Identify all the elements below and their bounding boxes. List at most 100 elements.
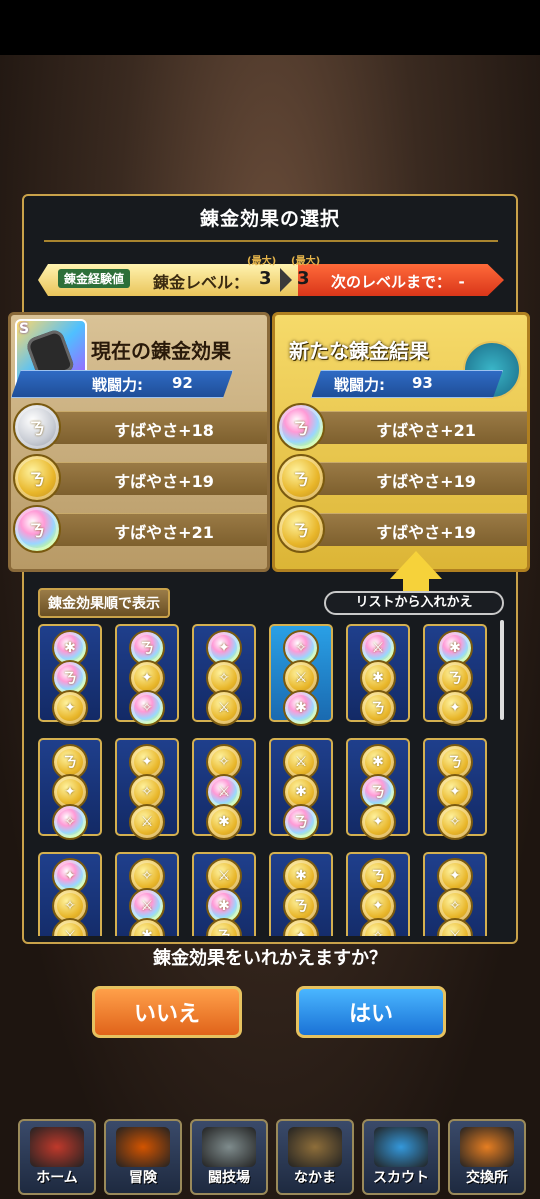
nav-label: スカウト xyxy=(373,1170,429,1186)
nav-icon xyxy=(460,1127,514,1167)
alchemy-card[interactable]: ✦ ✧ ⚔ xyxy=(38,852,102,936)
effect-text: すばやさ+19 xyxy=(114,472,214,491)
wing-silver-coin-icon: ㄋ xyxy=(13,403,61,451)
new-effect-row: ㄋ すばやさ+19 xyxy=(275,454,527,502)
nav-icon xyxy=(30,1127,84,1167)
alchemy-card[interactable]: ✱ ㄋ ✦ xyxy=(38,624,102,726)
nav-icon xyxy=(116,1127,170,1167)
nav-item-5[interactable]: 交換所 xyxy=(448,1119,526,1195)
new-result-title: 新たな錬金結果 xyxy=(289,339,429,363)
nav-icon xyxy=(374,1127,428,1167)
yes-button[interactable]: はい xyxy=(296,986,446,1038)
current-effect-panel: S 現在の錬金効果 戦闘力: 92 ㄋ すばやさ+18 ㄋ すばやさ+19 ㄋ … xyxy=(8,312,270,572)
gold-coin-icon: ⚔ xyxy=(52,918,88,936)
alchemy-card[interactable]: ⚔✱ㄋ xyxy=(346,624,410,726)
alchemy-card[interactable]: ㄋ ✦ ✧ xyxy=(423,738,487,840)
nav-label: 冒険 xyxy=(129,1170,157,1186)
alchemy-level-bar: 錬金経験値 錬金レベル： (最大) 3 (最大) 3 次のレベルまで： - xyxy=(38,256,504,296)
effect-text: すばやさ+21 xyxy=(376,421,476,440)
rainbow-coin-icon: ✧ xyxy=(129,690,165,726)
gold-coin-icon: ✧ xyxy=(437,804,473,840)
wing-rainbow-coin-icon: ㄋ xyxy=(13,505,61,553)
alchemy-card[interactable]: ✱ ㄋ ✦ xyxy=(269,852,333,936)
sort-by-effect-button[interactable]: 錬金効果順で表示 xyxy=(38,588,170,618)
next-level-text: 次のレベルまで： - xyxy=(331,273,465,291)
gold-coin-icon: ✱ xyxy=(206,804,242,840)
gold-coin-icon: ✦ xyxy=(437,690,473,726)
nav-item-4[interactable]: スカウト xyxy=(362,1119,440,1195)
rainbow-coin-icon: ✧ xyxy=(52,804,88,840)
new-result-panel: 新たな錬金結果 戦闘力: 93 ㄋ すばやさ+21 ㄋ すばやさ+19 ㄋ すば… xyxy=(272,312,530,572)
power-label: 戦闘力: xyxy=(334,376,385,394)
current-power-bar: 戦闘力: 92 xyxy=(11,370,233,398)
nav-item-3[interactable]: なかま xyxy=(276,1119,354,1195)
rainbow-coin-icon: ✱ xyxy=(283,690,319,726)
nav-item-0[interactable]: ホーム xyxy=(18,1119,96,1195)
grid-scrollbar[interactable] xyxy=(500,620,504,720)
level-current: 3 xyxy=(259,268,272,289)
nav-label: ホーム xyxy=(36,1170,78,1186)
new-power-bar: 戦闘力: 93 xyxy=(311,370,503,398)
alchemy-card[interactable]: ㄋ ✦ ✧ xyxy=(115,624,179,726)
effect-text: すばやさ+18 xyxy=(114,421,214,440)
wing-gold-coin-icon: ㄋ xyxy=(13,454,61,502)
level-next: 3 xyxy=(297,268,310,289)
gold-coin-icon: ✦ xyxy=(360,804,396,840)
alchemy-card[interactable]: ✦ ✧ ⚔ xyxy=(115,738,179,840)
gold-coin-icon: ⚔ xyxy=(437,918,473,936)
effect-text: すばやさ+19 xyxy=(376,472,476,491)
max-tag-next: (最大) xyxy=(291,256,321,267)
nav-item-2[interactable]: 闘技場 xyxy=(190,1119,268,1195)
max-tag-current: (最大) xyxy=(247,256,277,267)
wing-gold-coin-icon: ㄋ xyxy=(277,454,325,502)
power-value: 92 xyxy=(172,374,193,392)
level-arrow-icon xyxy=(280,268,292,292)
current-effect-row: ㄋ すばやさ+18 xyxy=(11,403,267,451)
current-effect-title: 現在の錬金効果 xyxy=(91,339,231,363)
no-button[interactable]: いいえ xyxy=(92,986,242,1038)
swap-up-arrow-icon xyxy=(390,551,442,579)
swap-arrow-stem xyxy=(403,578,429,592)
alchemy-card-grid[interactable]: ✱ ㄋ ✦ ㄋ ✦ ✧ ✦ ✧ ⚔ ✧ ⚔ ✱ ⚔ ✱ ㄋ ✱ ㄋ ✦ ㄋ ✦ ✧ ✦ ✧ ⚔ ✧ ⚔ ✱ ⚔ ✱ ㄋ ✱ ㄋ ✦ ㄋ ✦ ✧ ✦ ✧ ⚔ ✧… xyxy=(38,624,496,936)
gold-coin-icon: ⚔ xyxy=(206,690,242,726)
alchemy-card[interactable]: ㄋ ✦ ✧ xyxy=(38,738,102,840)
current-effect-row: ㄋ すばやさ+19 xyxy=(11,454,267,502)
rainbow-coin-icon: ㄋ xyxy=(283,804,319,840)
gold-coin-icon: ㄋ xyxy=(206,918,242,936)
gold-coin-icon: ㄋ xyxy=(360,690,396,726)
power-label: 戦闘力: xyxy=(92,376,143,394)
alchemy-card[interactable]: ✧ ⚔ ✱ xyxy=(192,738,256,840)
nav-item-1[interactable]: 冒険 xyxy=(104,1119,182,1195)
nav-icon xyxy=(202,1127,256,1167)
dialog-title: 錬金効果の選択 xyxy=(199,208,340,230)
effect-text: すばやさ+21 xyxy=(114,523,214,542)
nav-icon xyxy=(288,1127,342,1167)
alchemy-card[interactable]: ✱ ㄋ ✦ xyxy=(423,624,487,726)
rank-badge: S xyxy=(19,321,30,337)
alchemy-card[interactable]: ㄋ ✦ ✧ xyxy=(346,852,410,936)
nav-label: 闘技場 xyxy=(208,1170,250,1186)
gold-coin-icon: ⚔ xyxy=(129,804,165,840)
alchemy-card[interactable]: ✱ ㄋ ✦ xyxy=(346,738,410,840)
new-effect-row: ㄋ すばやさ+19 xyxy=(275,505,527,553)
effect-text: すばやさ+19 xyxy=(376,523,476,542)
gold-coin-icon: ✦ xyxy=(283,918,319,936)
wing-rainbow-coin-icon: ㄋ xyxy=(277,403,325,451)
nav-label: 交換所 xyxy=(466,1170,508,1186)
confirm-question: 錬金効果をいれかえますか？ xyxy=(153,948,387,969)
status-bar-area xyxy=(0,0,540,55)
power-value: 93 xyxy=(412,374,433,392)
wing-gold-coin-icon: ㄋ xyxy=(277,505,325,553)
alchemy-card[interactable]: ✧ ⚔ ✱ xyxy=(269,624,333,726)
alchemy-card[interactable]: ✦ ✧ ⚔ xyxy=(423,852,487,936)
gold-coin-icon: ✱ xyxy=(129,918,165,936)
alchemy-card[interactable]: ⚔✱ㄋ xyxy=(269,738,333,840)
bottom-nav: ホーム 冒険 闘技場 なかま スカウト 交換所 xyxy=(0,1105,540,1199)
title-divider xyxy=(44,240,498,242)
alchemy-card[interactable]: ✦ ✧ ⚔ xyxy=(192,624,256,726)
level-label: 錬金レベル： xyxy=(153,273,250,292)
alchemy-card[interactable]: ⚔✱ㄋ xyxy=(192,852,256,936)
nav-label: なかま xyxy=(294,1170,336,1186)
gold-coin-icon: ✦ xyxy=(52,690,88,726)
alchemy-card[interactable]: ✧ ⚔ ✱ xyxy=(115,852,179,936)
